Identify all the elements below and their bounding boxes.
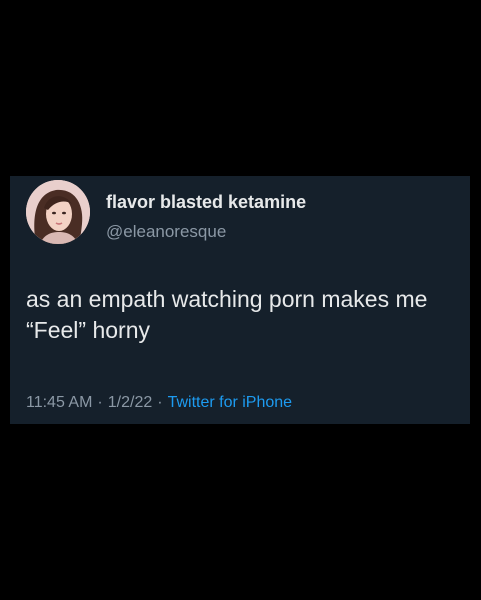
separator-dot: · bbox=[97, 394, 103, 411]
tweet-card[interactable]: flavor blasted ketamine @eleanoresque as… bbox=[10, 176, 470, 424]
tweet-time[interactable]: 11:45 AM bbox=[26, 394, 92, 411]
tweet-text: as an empath watching porn makes me “Fee… bbox=[26, 286, 428, 343]
tweet-source-link[interactable]: Twitter for iPhone bbox=[168, 394, 293, 411]
display-name[interactable]: flavor blasted ketamine bbox=[106, 191, 306, 213]
profile-photo-icon bbox=[26, 180, 90, 244]
tweet-date[interactable]: 1/2/22 bbox=[108, 394, 152, 411]
separator-dot: · bbox=[157, 394, 163, 411]
user-handle[interactable]: @eleanoresque bbox=[106, 222, 226, 242]
page: flavor blasted ketamine @eleanoresque as… bbox=[0, 0, 481, 600]
avatar[interactable] bbox=[26, 180, 90, 244]
tweet-metadata: 11:45 AM · 1/2/22 · Twitter for iPhone bbox=[26, 393, 292, 413]
